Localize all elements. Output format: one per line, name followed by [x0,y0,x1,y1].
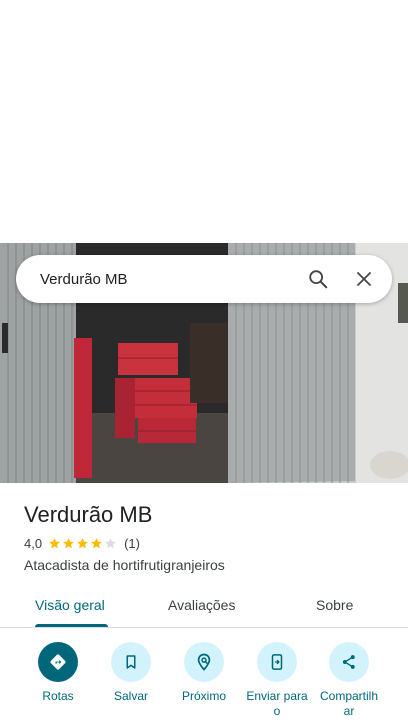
tab-about[interactable]: Sobre [316,597,353,613]
place-title: Verdurão MB [24,502,153,527]
save-label: Salvar [113,689,148,703]
action-bar: Rotas Salvar Próximo Enviar para o Compa… [0,640,408,726]
share-label: Compartilhar [319,689,379,718]
review-count: (1) [124,536,140,551]
star-filled-icon [49,538,60,549]
search-input[interactable]: Verdurão MB [40,271,292,288]
tab-bar: Visão geral Avaliações Sobre [0,585,408,628]
bookmark-icon [111,642,151,682]
search-bar[interactable]: Verdurão MB [16,255,392,303]
star-filled-icon [63,538,74,549]
send-to-phone-label: Enviar para o [246,689,308,718]
directions-button[interactable]: Rotas [18,640,98,704]
tab-active-indicator [35,624,108,627]
nearby-icon [184,642,224,682]
directions-label: Rotas [42,689,74,703]
nearby-label: Próximo [181,689,226,703]
send-to-phone-icon [257,642,297,682]
rating-value: 4,0 [24,536,43,551]
directions-icon [38,642,78,682]
star-filled-icon [91,538,102,549]
nearby-button[interactable]: Próximo [164,640,244,704]
send-to-phone-button[interactable]: Enviar para o [237,640,317,719]
star-empty-icon [105,538,116,549]
save-button[interactable]: Salvar [91,640,171,704]
star-filled-icon [77,538,88,549]
tab-overview[interactable]: Visão geral [35,597,105,613]
search-icon[interactable] [298,259,338,299]
place-category: Atacadista de hortifrutigranjeiros [24,557,225,573]
rating-row[interactable]: 4,0 (1) [24,536,140,551]
rating-stars [48,537,118,550]
share-button[interactable]: Compartilhar [309,640,389,719]
share-icon [329,642,369,682]
tab-reviews[interactable]: Avaliações [168,597,235,613]
close-icon[interactable] [344,259,384,299]
